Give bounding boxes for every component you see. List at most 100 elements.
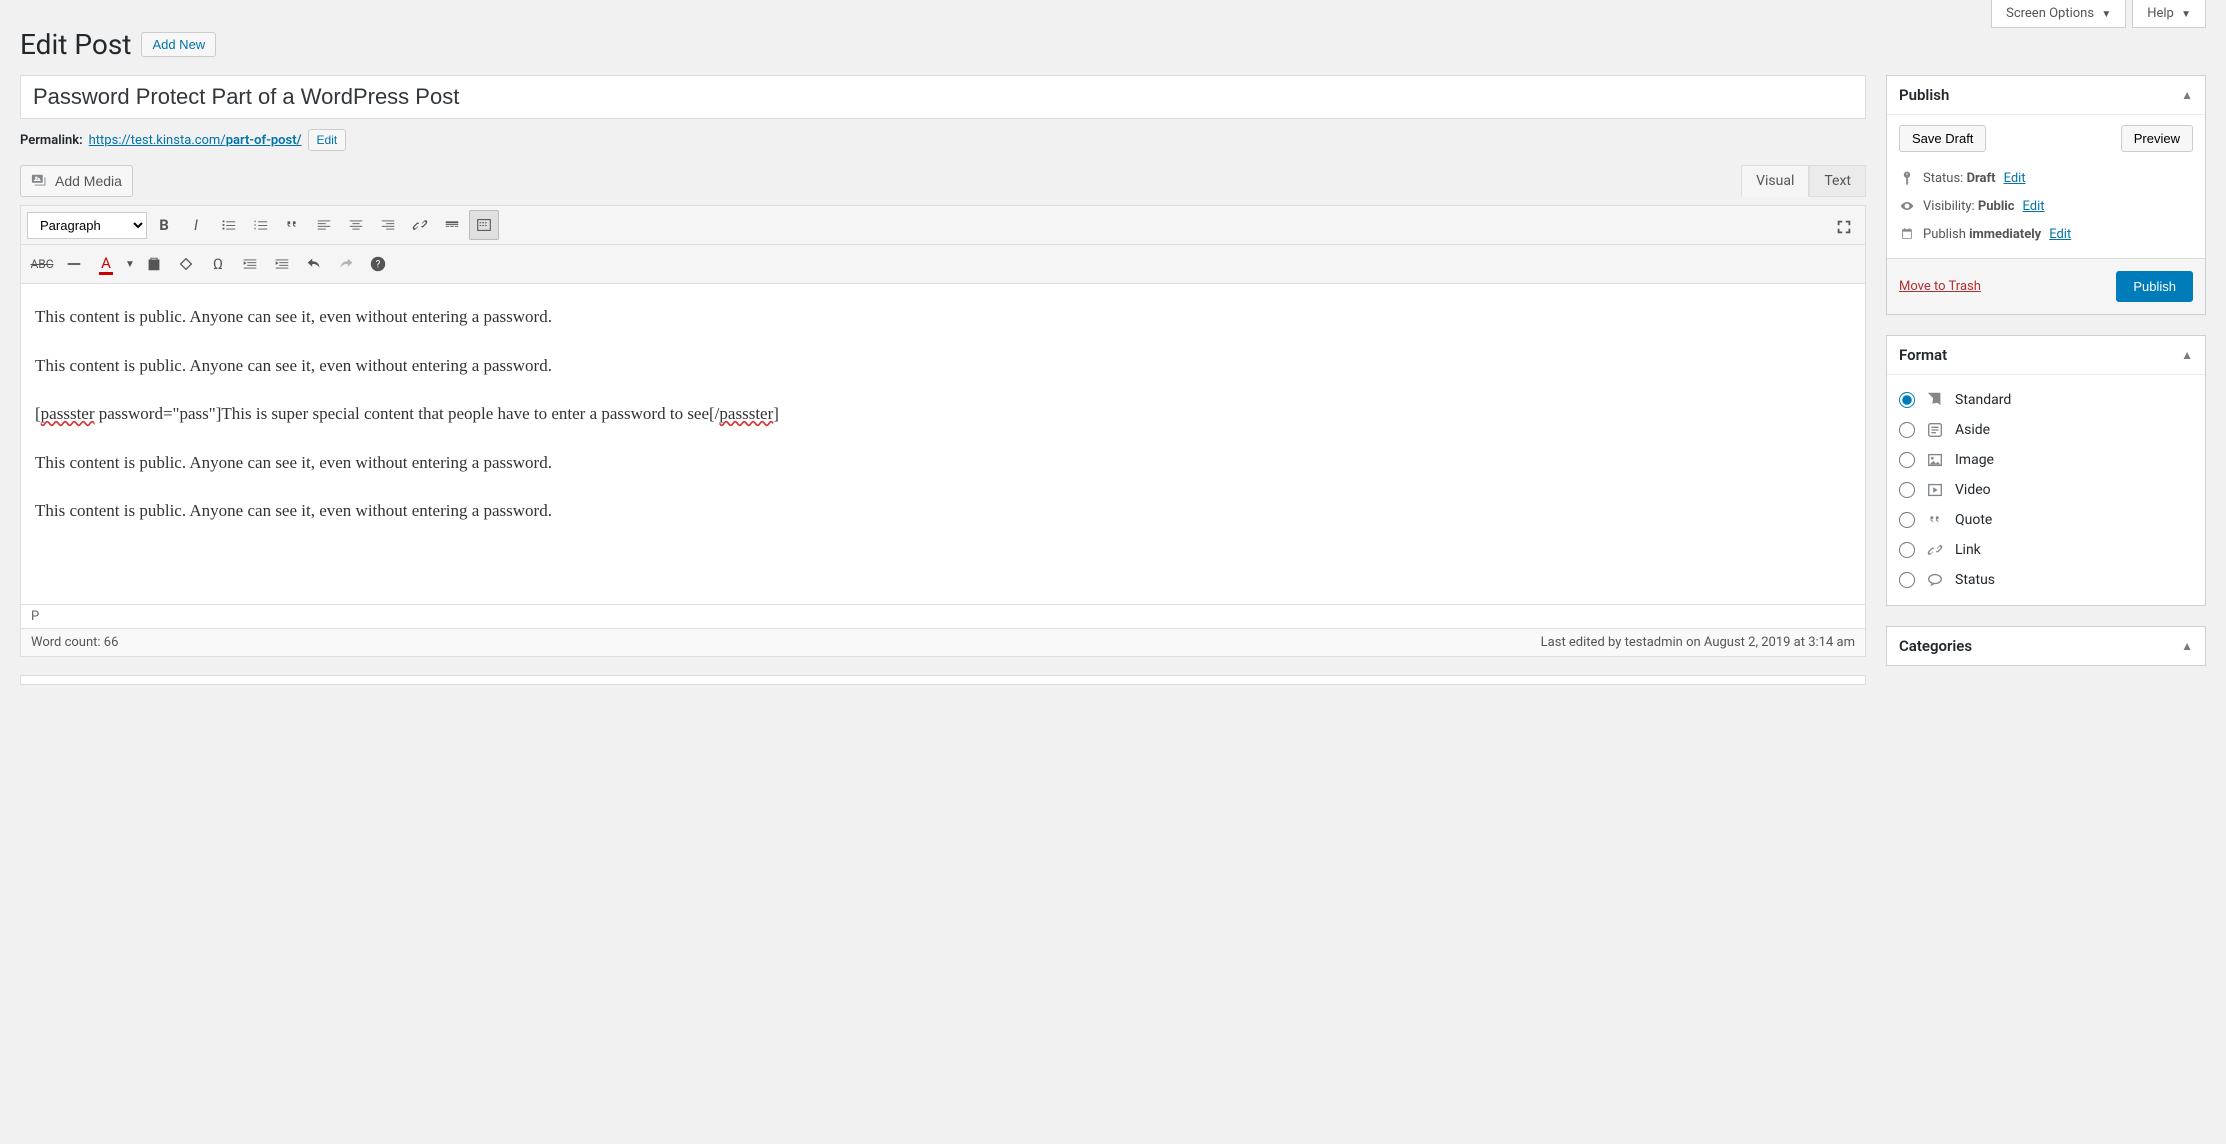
- edit-publish-link[interactable]: Edit: [2049, 227, 2071, 242]
- key-icon: [1899, 170, 1915, 186]
- format-option-image[interactable]: Image: [1899, 445, 2193, 475]
- publish-title: Publish: [1899, 86, 1949, 104]
- categories-box: Categories ▲: [1886, 626, 2206, 666]
- help-label: Help: [2147, 6, 2174, 21]
- format-option-aside[interactable]: Aside: [1899, 415, 2193, 445]
- undo-button[interactable]: [299, 249, 329, 279]
- format-radio[interactable]: [1899, 452, 1915, 468]
- screen-options-tab[interactable]: Screen Options ▼: [1991, 0, 2126, 28]
- media-icon: [31, 172, 49, 190]
- redo-button[interactable]: [331, 249, 361, 279]
- format-status-icon: [1925, 570, 1945, 590]
- format-option-link[interactable]: Link: [1899, 535, 2193, 565]
- calendar-icon: [1899, 226, 1915, 242]
- format-label: Aside: [1955, 422, 1990, 438]
- outdent-button[interactable]: [235, 249, 265, 279]
- align-center-button[interactable]: [341, 210, 371, 240]
- permalink-link[interactable]: https://test.kinsta.com/part-of-post/: [89, 133, 302, 148]
- chevron-up-icon[interactable]: ▲: [2181, 639, 2193, 653]
- content-paragraph: [passster password="pass"]This is super …: [35, 399, 1851, 430]
- align-right-button[interactable]: [373, 210, 403, 240]
- chevron-down-icon: ▼: [2101, 9, 2111, 20]
- chevron-down-icon: ▼: [2181, 9, 2191, 20]
- screen-options-label: Screen Options: [2006, 6, 2094, 21]
- post-title-input[interactable]: [20, 75, 1866, 119]
- format-quote-icon: [1925, 510, 1945, 530]
- last-edited: Last edited by testadmin on August 2, 20…: [1541, 635, 1855, 650]
- editor-path: P: [21, 604, 1865, 628]
- bullet-list-button[interactable]: [213, 210, 243, 240]
- format-option-video[interactable]: Video: [1899, 475, 2193, 505]
- more-button[interactable]: [437, 210, 467, 240]
- categories-title: Categories: [1899, 637, 1972, 655]
- eye-icon: [1899, 198, 1915, 214]
- format-box: Format ▲ Standard Aside Image Video Quote Lin…: [1886, 335, 2206, 606]
- format-label: Video: [1955, 482, 1991, 498]
- toolbar-toggle-button[interactable]: [469, 210, 499, 240]
- chevron-up-icon[interactable]: ▲: [2181, 348, 2193, 362]
- add-media-label: Add Media: [55, 173, 122, 189]
- hr-button[interactable]: [59, 249, 89, 279]
- format-aside-icon: [1925, 420, 1945, 440]
- content-paragraph: This content is public. Anyone can see i…: [35, 448, 1851, 479]
- svg-text:?: ?: [376, 260, 381, 271]
- move-to-trash-link[interactable]: Move to Trash: [1899, 279, 1981, 294]
- extra-meta-box: [20, 675, 1866, 685]
- preview-button[interactable]: Preview: [2121, 125, 2193, 152]
- format-label: Link: [1955, 542, 1981, 558]
- add-new-button[interactable]: Add New: [141, 32, 216, 57]
- fullscreen-button[interactable]: [1829, 212, 1859, 242]
- save-draft-button[interactable]: Save Draft: [1899, 125, 1986, 152]
- format-standard-icon: [1925, 390, 1945, 410]
- help-tab[interactable]: Help ▼: [2132, 0, 2206, 28]
- number-list-button[interactable]: [245, 210, 275, 240]
- content-paragraph: This content is public. Anyone can see i…: [35, 351, 1851, 382]
- paste-button[interactable]: [139, 249, 169, 279]
- content-paragraph: This content is public. Anyone can see i…: [35, 496, 1851, 527]
- format-radio[interactable]: [1899, 572, 1915, 588]
- link-button[interactable]: [405, 210, 435, 240]
- word-count: Word count: 66: [31, 635, 118, 650]
- format-option-quote[interactable]: Quote: [1899, 505, 2193, 535]
- format-label: Quote: [1955, 512, 1992, 528]
- permalink-label: Permalink:: [20, 133, 83, 148]
- format-radio[interactable]: [1899, 512, 1915, 528]
- strikethrough-button[interactable]: ABC: [27, 249, 57, 279]
- format-select[interactable]: Paragraph: [27, 212, 147, 239]
- tab-text[interactable]: Text: [1809, 165, 1866, 197]
- toolbar-row-1: Paragraph B I: [21, 206, 1865, 245]
- format-option-status[interactable]: Status: [1899, 565, 2193, 595]
- tab-visual[interactable]: Visual: [1741, 165, 1809, 197]
- chevron-up-icon[interactable]: ▲: [2181, 88, 2193, 102]
- help-button[interactable]: ?: [363, 249, 393, 279]
- format-label: Status: [1955, 572, 1995, 588]
- edit-visibility-link[interactable]: Edit: [2023, 199, 2045, 214]
- format-radio[interactable]: [1899, 482, 1915, 498]
- permalink-row: Permalink: https://test.kinsta.com/part-…: [20, 129, 1866, 151]
- publish-button[interactable]: Publish: [2116, 271, 2193, 302]
- blockquote-button[interactable]: [277, 210, 307, 240]
- special-char-button[interactable]: Ω: [203, 249, 233, 279]
- indent-button[interactable]: [267, 249, 297, 279]
- format-title: Format: [1899, 346, 1947, 364]
- format-label: Image: [1955, 452, 1994, 468]
- add-media-button[interactable]: Add Media: [20, 165, 133, 197]
- format-radio[interactable]: [1899, 542, 1915, 558]
- format-video-icon: [1925, 480, 1945, 500]
- content-paragraph: This content is public. Anyone can see i…: [35, 302, 1851, 333]
- text-color-dropdown[interactable]: ▼: [123, 249, 137, 279]
- format-radio[interactable]: [1899, 392, 1915, 408]
- clear-format-button[interactable]: [171, 249, 201, 279]
- align-left-button[interactable]: [309, 210, 339, 240]
- format-label: Standard: [1955, 392, 2011, 408]
- edit-status-link[interactable]: Edit: [2004, 171, 2026, 186]
- bold-button[interactable]: B: [149, 210, 179, 240]
- text-color-button[interactable]: A: [91, 249, 121, 279]
- format-radio[interactable]: [1899, 422, 1915, 438]
- italic-button[interactable]: I: [181, 210, 211, 240]
- content-editor[interactable]: This content is public. Anyone can see i…: [21, 284, 1865, 604]
- edit-permalink-button[interactable]: Edit: [308, 129, 347, 151]
- format-option-standard[interactable]: Standard: [1899, 385, 2193, 415]
- publish-box: Publish ▲ Save Draft Preview Status: Dra…: [1886, 75, 2206, 315]
- page-title: Edit Post: [20, 28, 131, 61]
